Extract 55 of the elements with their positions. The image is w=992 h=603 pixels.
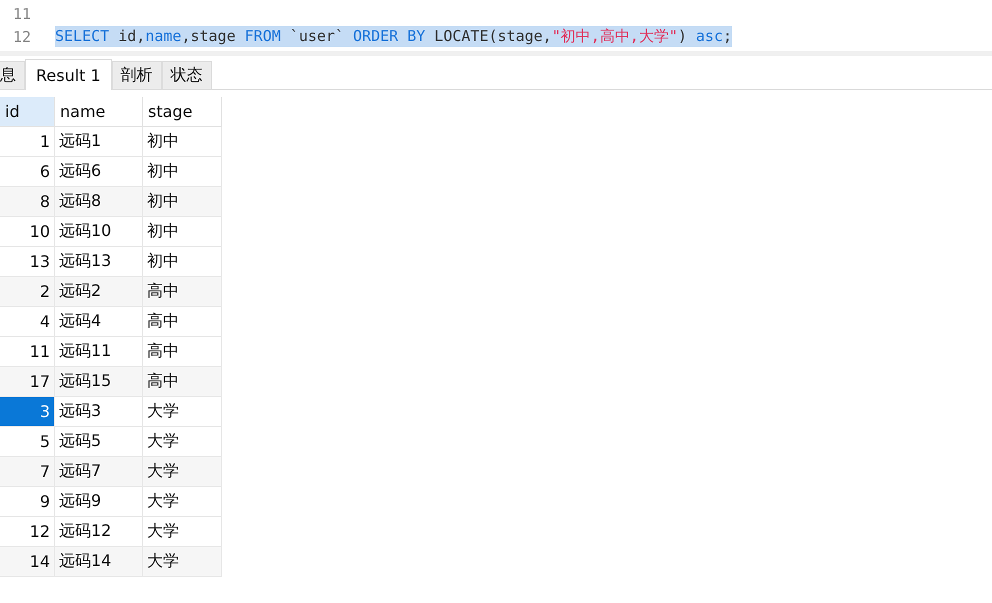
- table-cell: 远码1: [55, 127, 143, 157]
- table-cell: 13: [0, 247, 55, 277]
- table-cell: 远码9: [55, 487, 143, 517]
- column-header[interactable]: stage: [143, 97, 222, 127]
- sql-code: SELECT id,name,stage FROM `user` ORDER BY LOCATE(stage,"初中,高中,大学") asc;: [55, 26, 732, 47]
- table-cell: 远码5: [55, 427, 143, 457]
- table-cell: 远码10: [55, 217, 143, 247]
- table-cell: 远码15: [55, 367, 143, 397]
- table-cell: 大学: [143, 457, 222, 487]
- line-number: 12: [12, 28, 32, 46]
- table-cell: 高中: [143, 307, 222, 337]
- result-tab[interactable]: Result 1: [25, 59, 112, 90]
- table-cell: 远码14: [55, 547, 143, 577]
- table-cell: 9: [0, 487, 55, 517]
- table-cell: 5: [0, 427, 55, 457]
- table-cell: 大学: [143, 427, 222, 457]
- result-tab[interactable]: 剖析: [112, 61, 162, 89]
- table-cell: 高中: [143, 277, 222, 307]
- table-cell: 初中: [143, 217, 222, 247]
- table-cell: 1: [0, 127, 55, 157]
- table-cell: 远码3: [55, 397, 143, 427]
- table-cell: 远码11: [55, 337, 143, 367]
- column-header[interactable]: name: [55, 97, 143, 127]
- table-cell: 3: [0, 397, 55, 427]
- table-cell: 初中: [143, 157, 222, 187]
- table-cell: 4: [0, 307, 55, 337]
- table-cell: 14: [0, 547, 55, 577]
- table-cell: 高中: [143, 367, 222, 397]
- table-cell: 大学: [143, 547, 222, 577]
- table-cell: 远码7: [55, 457, 143, 487]
- table-cell: 11: [0, 337, 55, 367]
- table-cell: 2: [0, 277, 55, 307]
- table-cell: 远码8: [55, 187, 143, 217]
- table-cell: 远码2: [55, 277, 143, 307]
- table-cell: 17: [0, 367, 55, 397]
- table-cell: 初中: [143, 187, 222, 217]
- table-cell: 初中: [143, 247, 222, 277]
- column-header[interactable]: id: [0, 97, 55, 127]
- table-cell: 初中: [143, 127, 222, 157]
- table-cell: 大学: [143, 397, 222, 427]
- table-cell: 大学: [143, 517, 222, 547]
- table-cell: 大学: [143, 487, 222, 517]
- table-cell: 12: [0, 517, 55, 547]
- table-cell: 6: [0, 157, 55, 187]
- table-cell: 远码13: [55, 247, 143, 277]
- table-cell: 远码12: [55, 517, 143, 547]
- table-cell: 远码6: [55, 157, 143, 187]
- table-cell: 7: [0, 457, 55, 487]
- table-cell: 10: [0, 217, 55, 247]
- result-tab[interactable]: 息: [0, 61, 25, 89]
- line-number: 11: [12, 4, 32, 22]
- table-cell: 8: [0, 187, 55, 217]
- table-cell: 远码4: [55, 307, 143, 337]
- result-tab[interactable]: 状态: [162, 61, 212, 89]
- table-cell: 高中: [143, 337, 222, 367]
